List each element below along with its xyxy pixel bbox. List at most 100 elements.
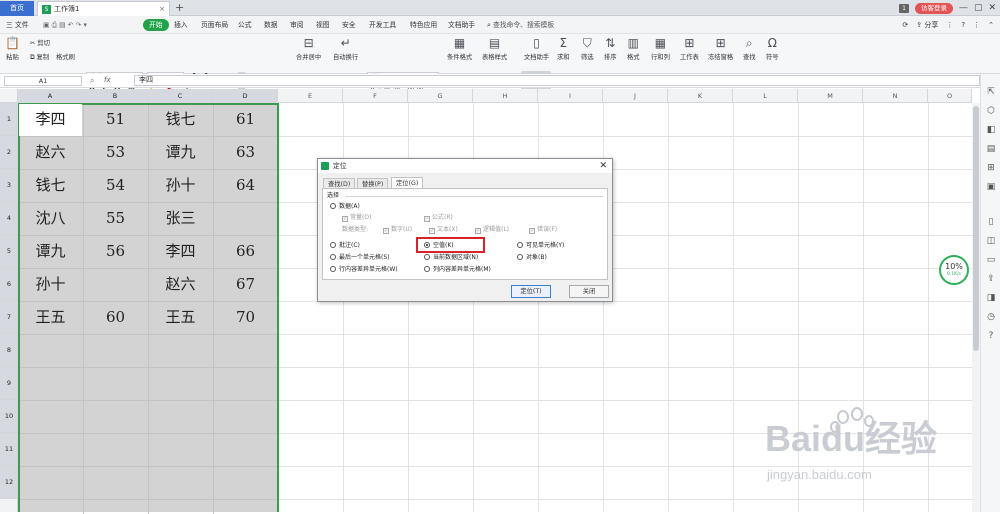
cell-B7[interactable]: 60	[83, 301, 148, 334]
cell-A1[interactable]: 李四	[18, 103, 83, 136]
cell-C3[interactable]: 孙十	[148, 169, 213, 202]
panel-icon[interactable]: ▣	[986, 182, 996, 192]
menu-special[interactable]: 特色应用	[410, 19, 437, 31]
column-header[interactable]: G	[408, 89, 473, 103]
checkbox-formula[interactable]: ✓ 公式(R)	[424, 214, 453, 222]
radio-visible[interactable]: 可见单元格(Y)	[517, 242, 564, 250]
cell-A6[interactable]: 孙十	[18, 268, 83, 301]
menu-insert[interactable]: 插入	[174, 19, 188, 31]
cell-D5[interactable]: 66	[213, 235, 278, 268]
wrap-text-button[interactable]: ↵ 自动换行	[333, 37, 358, 62]
name-box[interactable]: A1	[4, 76, 82, 86]
document-tool-icon[interactable]: ▯	[986, 217, 996, 227]
doc-helper-button[interactable]: ▯ 文档助手	[524, 37, 549, 62]
menu-formula[interactable]: 公式	[238, 19, 252, 31]
dialog-title-bar[interactable]: 定位	[318, 159, 612, 173]
copy-button[interactable]: ⧉ 复制	[30, 52, 49, 62]
conditional-format-button[interactable]: ▦ 条件格式	[447, 37, 472, 62]
column-header[interactable]: K	[668, 89, 733, 103]
cell-D3[interactable]: 64	[213, 169, 278, 202]
login-button[interactable]: 访客登录	[914, 2, 953, 14]
cell-C2[interactable]: 谭九	[148, 136, 213, 169]
more-options-icon[interactable]: ⋮	[973, 19, 980, 31]
row-header[interactable]: 3	[0, 169, 18, 202]
checkbox-constant[interactable]: ✓ 常量(O)	[342, 214, 371, 222]
row-header[interactable]: 6	[0, 268, 18, 301]
column-header[interactable]: M	[798, 89, 863, 103]
menu-view[interactable]: 视图	[316, 19, 330, 31]
backup-icon[interactable]: ▭	[986, 255, 996, 265]
select-all-corner[interactable]	[0, 89, 18, 103]
column-header[interactable]: J	[603, 89, 668, 103]
table-style-button[interactable]: ▤ 表格样式	[482, 37, 507, 62]
cursor-icon[interactable]: ⇱	[986, 87, 996, 97]
column-header[interactable]: D	[213, 89, 278, 103]
new-tab-button[interactable]: +	[175, 1, 184, 15]
cell-A4[interactable]: 沈八	[18, 202, 83, 235]
row-header[interactable]: 10	[0, 400, 18, 433]
zoom-formula-icon[interactable]: ⌕	[90, 76, 94, 86]
menu-doc-helper[interactable]: 文档助手	[448, 19, 475, 31]
checkbox-error[interactable]: ✓ 错误(F)	[529, 226, 557, 234]
network-speed-gauge[interactable]: 10% 0.1K/s	[939, 255, 969, 285]
cell-B2[interactable]: 53	[83, 136, 148, 169]
column-header[interactable]: F	[343, 89, 408, 103]
more-icon[interactable]: ⋮	[946, 19, 953, 31]
radio-object[interactable]: 对象(B)	[517, 254, 547, 262]
home-tab[interactable]: 首页	[0, 1, 34, 16]
cell-A2[interactable]: 赵六	[18, 136, 83, 169]
close-tab-icon[interactable]: ×	[159, 2, 165, 17]
collapse-ribbon-icon[interactable]: ⌃	[988, 19, 994, 31]
menu-page-layout[interactable]: 页面布局	[201, 19, 228, 31]
cell-C4[interactable]: 张三	[148, 202, 213, 235]
cell-A3[interactable]: 钱七	[18, 169, 83, 202]
cell-D1[interactable]: 61	[213, 103, 278, 136]
format-painter-button[interactable]: 格式刷	[56, 52, 75, 61]
format-button[interactable]: ▥ 格式	[627, 37, 640, 62]
row-header[interactable]: 4	[0, 202, 18, 235]
close-window-icon[interactable]: ✕	[988, 2, 996, 14]
layers-icon[interactable]: ◫	[986, 236, 996, 246]
rows-cols-button[interactable]: ▦ 行和列	[651, 37, 670, 62]
find-button[interactable]: ⌕ 查找	[743, 37, 756, 62]
radio-row-diff[interactable]: 行内容差异单元格(W)	[330, 266, 398, 274]
radio-last-cell[interactable]: 最后一个单元格(S)	[330, 254, 390, 262]
cell-B6[interactable]	[83, 268, 148, 301]
column-header[interactable]: N	[863, 89, 928, 103]
filter-button[interactable]: ⛉ 筛选	[581, 37, 594, 62]
column-header[interactable]: C	[148, 89, 213, 103]
command-search[interactable]: ⌕ 查找命令、搜索模板	[487, 19, 554, 31]
row-header[interactable]: 12	[0, 466, 18, 499]
column-header[interactable]: E	[278, 89, 343, 103]
gift-icon[interactable]: ◨	[986, 293, 996, 303]
style-icon[interactable]: ◧	[986, 125, 996, 135]
column-header[interactable]: A	[18, 89, 83, 103]
cell-D4[interactable]	[213, 202, 278, 235]
cell-B3[interactable]: 54	[83, 169, 148, 202]
radio-note[interactable]: 批注(C)	[330, 242, 360, 250]
share-panel-icon[interactable]: ⇪	[986, 274, 996, 284]
cell-D6[interactable]: 67	[213, 268, 278, 301]
row-header[interactable]: 2	[0, 136, 18, 169]
checkbox-number[interactable]: ✓ 数字(U)	[383, 226, 412, 234]
row-header[interactable]: 9	[0, 367, 18, 400]
cell-B4[interactable]: 55	[83, 202, 148, 235]
formula-input[interactable]: 李四	[134, 75, 980, 86]
sum-button[interactable]: Σ 求和	[557, 37, 570, 62]
help-icon[interactable]: ?	[986, 331, 996, 341]
cell-C7[interactable]: 王五	[148, 301, 213, 334]
menu-security[interactable]: 安全	[342, 19, 356, 31]
apps-icon[interactable]: ⊞	[986, 163, 996, 173]
cell-A5[interactable]: 谭九	[18, 235, 83, 268]
share-button[interactable]: ⇪ 分享	[916, 19, 938, 31]
radio-data[interactable]: 数据(A)	[330, 203, 360, 211]
worksheet-button[interactable]: ⊞ 工作表	[680, 37, 699, 62]
paste-button[interactable]: 📋 粘贴	[5, 37, 20, 62]
row-header[interactable]: 8	[0, 334, 18, 367]
freeze-panes-button[interactable]: ⊞ 冻结窗格	[708, 37, 733, 62]
menu-file[interactable]: 三 文件	[6, 19, 29, 31]
symbol-button[interactable]: Ω 符号	[766, 37, 779, 62]
sync-icon[interactable]: ⟳	[902, 19, 908, 31]
dialog-close-icon[interactable]: ✕	[599, 159, 607, 173]
column-header[interactable]: L	[733, 89, 798, 103]
